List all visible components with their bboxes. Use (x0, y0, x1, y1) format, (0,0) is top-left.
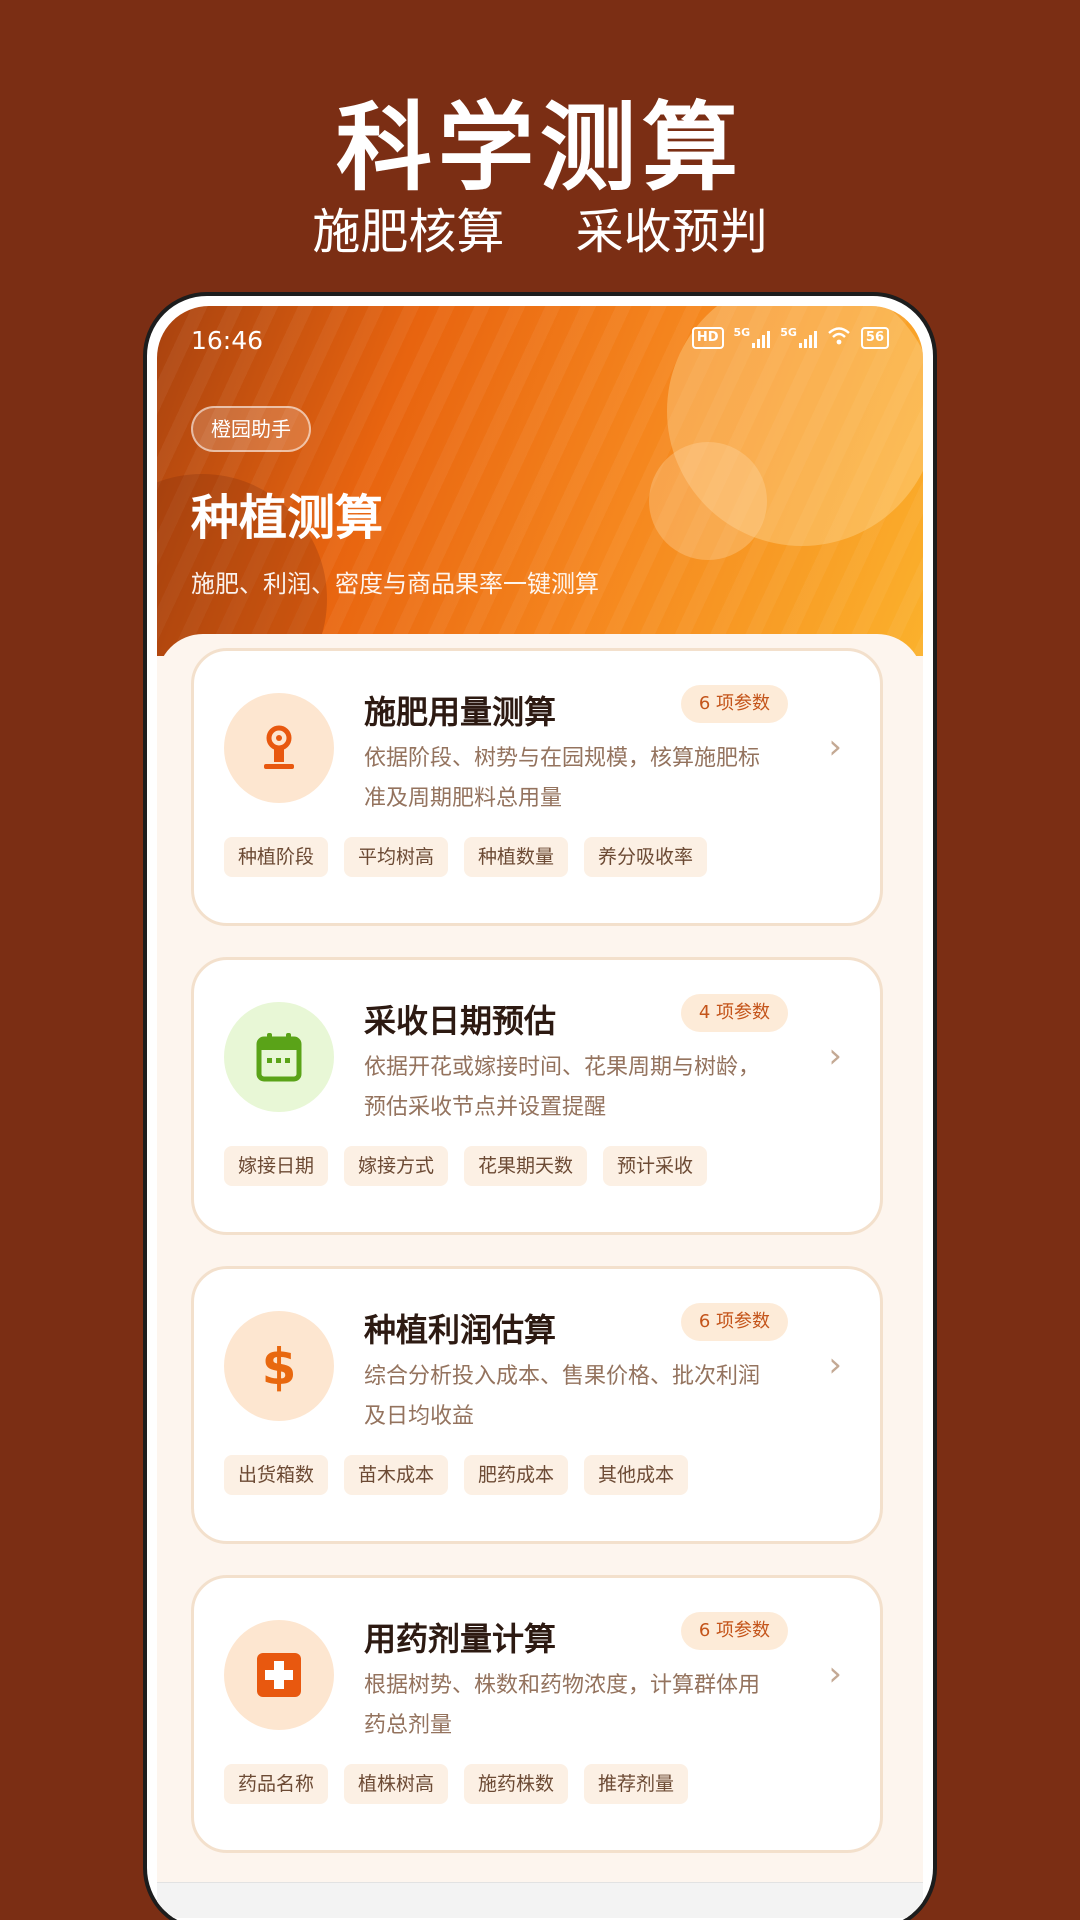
sim1-label: 5G (733, 326, 751, 339)
signal-icon (752, 328, 771, 348)
chevron-right-icon[interactable]: › (828, 727, 842, 767)
status-time: 16:46 (191, 326, 264, 355)
param-tag: 嫁接日期 (224, 1146, 329, 1186)
param-tag: 种植阶段 (224, 837, 329, 877)
calendar-icon (224, 1002, 334, 1112)
card-description-line-2: 药总剂量 (364, 1713, 453, 1738)
card-description-line-2: 预估采收节点并设置提醒 (364, 1095, 607, 1120)
svg-text:$: $ (262, 1340, 296, 1392)
card-list: 施肥用量测算 6 项参数 依据阶段、树势与在园规模，核算施肥标 准及周期肥料总用… (157, 634, 923, 1918)
sim2-label: 5G (780, 326, 797, 339)
battery-icon: 56 (860, 327, 889, 349)
page-title: 种植测算 (191, 490, 384, 546)
status-icons: HD 5G 5G 56 (691, 326, 889, 350)
tool-card-3[interactable]: $ 种植利润估算 6 项参数 综合分析投入成本、售果价格、批次利润 及日均收益 … (191, 1266, 883, 1544)
chevron-right-icon[interactable]: › (828, 1036, 842, 1076)
card-description: 综合分析投入成本、售果价格、批次利润 及日均收益 (364, 1357, 794, 1437)
tool-card-2[interactable]: 采收日期预估 4 项参数 依据开花或嫁接时间、花果周期与树龄， 预估采收节点并设… (191, 957, 883, 1235)
param-tag: 施药株数 (464, 1764, 569, 1804)
tool-card-1[interactable]: 施肥用量测算 6 项参数 依据阶段、树势与在园规模，核算施肥标 准及周期肥料总用… (191, 648, 883, 926)
fertilizer-icon (224, 693, 334, 803)
promo-subtitle-right: 采收预判 (575, 204, 768, 260)
app-screen: 16:46 HD 5G 5G 56 橙园助手 种植测算 施肥、利润、密度与商品果… (157, 306, 923, 1918)
card-description: 根据树势、株数和药物浓度，计算群体用 药总剂量 (364, 1666, 794, 1746)
app-badge: 橙园助手 (191, 406, 311, 452)
hd-icon: HD (691, 327, 724, 349)
tool-card-4[interactable]: 用药剂量计算 6 项参数 根据树势、株数和药物浓度，计算群体用 药总剂量 › 药… (191, 1575, 883, 1853)
card-description-line-1: 根据树势、株数和药物浓度，计算群体用 (364, 1673, 761, 1698)
param-tag: 预计采收 (603, 1146, 708, 1186)
card-description-line-1: 依据阶段、树势与在园规模，核算施肥标 (364, 746, 761, 771)
param-tag: 出货箱数 (224, 1455, 329, 1495)
param-count-badge: 6 项参数 (680, 1303, 788, 1341)
param-count-badge: 6 项参数 (680, 685, 788, 723)
param-tag: 植株树高 (344, 1764, 449, 1804)
param-tag: 种植数量 (464, 837, 569, 877)
promo-subtitle-left: 施肥核算 (312, 204, 505, 260)
signal-icon (798, 328, 817, 348)
param-tag: 嫁接方式 (344, 1146, 449, 1186)
medicine-icon (224, 1620, 334, 1730)
card-description: 依据开花或嫁接时间、花果周期与树龄， 预估采收节点并设置提醒 (364, 1048, 794, 1128)
decor-circle (649, 442, 767, 560)
param-tag: 其他成本 (584, 1455, 689, 1495)
promo-subtitle: 施肥核算 采收预判 (0, 200, 1080, 264)
card-description-line-1: 依据开花或嫁接时间、花果周期与树龄， (364, 1055, 761, 1080)
chevron-right-icon[interactable]: › (828, 1654, 842, 1694)
param-count-badge: 6 项参数 (680, 1612, 788, 1650)
card-title: 种植利润估算 (364, 1311, 557, 1349)
card-description-line-2: 准及周期肥料总用量 (364, 786, 563, 811)
param-tag: 肥药成本 (464, 1455, 569, 1495)
card-description: 依据阶段、树势与在园规模，核算施肥标 准及周期肥料总用量 (364, 739, 794, 819)
param-tags: 出货箱数 苗木成本 肥药成本 其他成本 (224, 1455, 689, 1495)
param-count-badge: 4 项参数 (680, 994, 788, 1032)
card-description-line-1: 综合分析投入成本、售果价格、批次利润 (364, 1364, 761, 1389)
card-description-line-2: 及日均收益 (364, 1404, 475, 1429)
param-tag: 花果期天数 (464, 1146, 588, 1186)
param-tag: 苗木成本 (344, 1455, 449, 1495)
card-title: 施肥用量测算 (364, 693, 557, 731)
param-tags: 种植阶段 平均树高 种植数量 养分吸收率 (224, 837, 708, 877)
card-title: 采收日期预估 (364, 1002, 557, 1040)
wifi-icon (827, 326, 851, 350)
page-description: 施肥、利润、密度与商品果率一键测算 (191, 570, 599, 598)
param-tags: 嫁接日期 嫁接方式 花果期天数 预计采收 (224, 1146, 708, 1186)
header-banner: 16:46 HD 5G 5G 56 橙园助手 种植测算 施肥、利润、密度与商品果… (157, 306, 923, 656)
chevron-right-icon[interactable]: › (828, 1345, 842, 1385)
promo-title: 科学测算 (336, 92, 744, 204)
param-tags: 药品名称 植株树高 施药株数 推荐剂量 (224, 1764, 689, 1804)
param-tag: 推荐剂量 (584, 1764, 689, 1804)
phone-frame: 16:46 HD 5G 5G 56 橙园助手 种植测算 施肥、利润、密度与商品果… (143, 292, 937, 1920)
param-tag: 养分吸收率 (584, 837, 708, 877)
param-tag: 平均树高 (344, 837, 449, 877)
dollar-icon: $ (224, 1311, 334, 1421)
bottom-nav-bar[interactable] (157, 1882, 923, 1918)
param-tag: 药品名称 (224, 1764, 329, 1804)
card-title: 用药剂量计算 (364, 1620, 557, 1658)
